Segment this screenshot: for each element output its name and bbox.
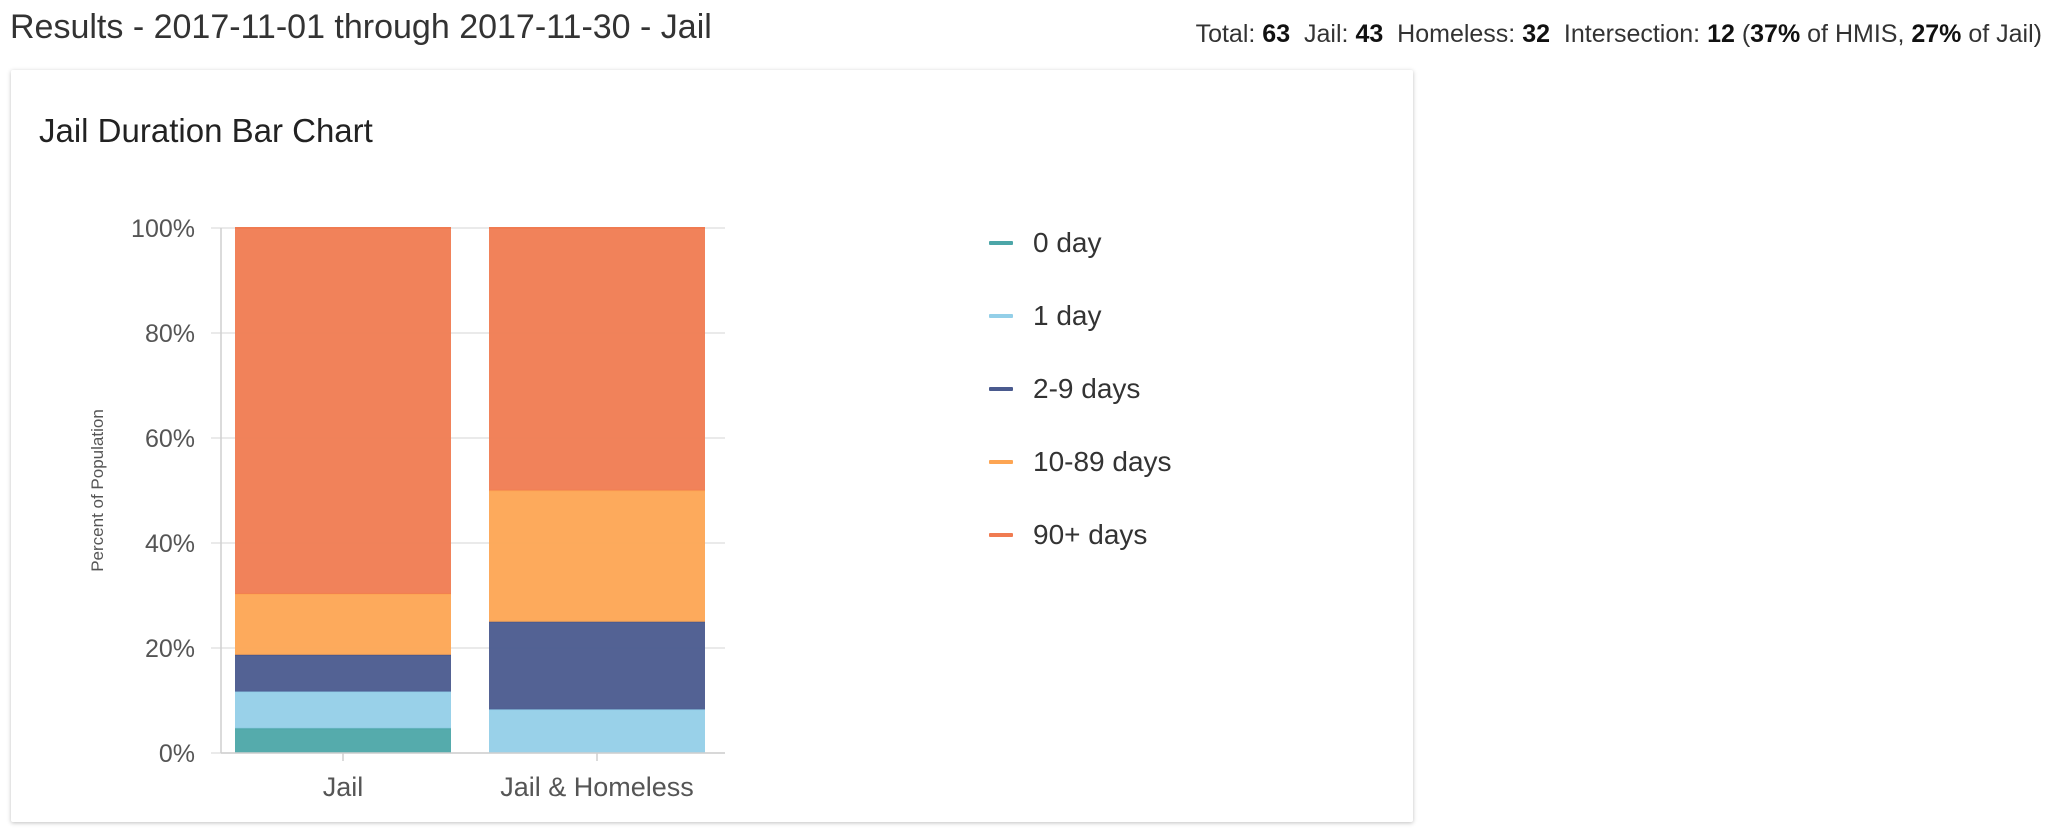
bar-segment <box>235 691 451 729</box>
page-title: Results - 2017-11-01 through 2017-11-30 … <box>10 8 712 46</box>
jail-text: of Jail) <box>1968 20 2042 48</box>
hmis-percent: 37% <box>1750 20 1801 48</box>
bar-segment <box>235 654 451 692</box>
y-tick-label: 20% <box>145 635 195 663</box>
legend-item[interactable]: 0 day <box>989 206 1172 279</box>
legend-item[interactable]: 90+ days <box>989 498 1172 571</box>
jail-label: Jail: <box>1304 20 1349 48</box>
bar-segment <box>235 728 451 753</box>
intersection-label: Intersection: <box>1563 20 1701 48</box>
legend-swatch <box>989 532 1013 537</box>
chart-legend: 0 day 1 day 2-9 days 10-89 days 90+ days <box>989 206 1172 571</box>
bar-chart: 0% 20% 40% 60% 80% 100% Percent of Population J… <box>88 215 725 802</box>
legend-swatch <box>989 386 1013 391</box>
legend-item[interactable]: 2-9 days <box>989 352 1172 425</box>
homeless-label: Homeless: <box>1397 20 1516 48</box>
x-tick-label: Jail & Homeless <box>500 772 694 802</box>
y-tick-label: 0% <box>159 740 195 768</box>
legend-label: 90+ days <box>1033 518 1148 550</box>
chart-card: Jail Duration Bar Chart 0% 20% 40% 60% 80% 10… <box>11 70 1413 822</box>
legend-item[interactable]: 1 day <box>989 279 1172 352</box>
summary-stats: Total: 63 Jail: 43 Homeless: 32 Intersec… <box>1196 20 2042 49</box>
total-label: Total: <box>1195 20 1256 48</box>
hmis-text: of HMIS, <box>1807 20 1905 48</box>
x-tick-label: Jail <box>323 772 364 802</box>
bar-segment <box>235 228 451 594</box>
legend-swatch <box>989 313 1013 318</box>
legend-swatch <box>989 240 1013 245</box>
y-axis-label: Percent of Population <box>88 409 107 572</box>
bar-segment <box>489 228 705 491</box>
bar-segment <box>489 490 705 622</box>
legend-swatch <box>989 459 1013 464</box>
jail-percent: 27% <box>1911 20 1962 48</box>
total-value: 63 <box>1262 20 1291 48</box>
legend-label: 1 day <box>1033 299 1102 331</box>
bar-segment <box>235 593 451 655</box>
y-tick-label: 80% <box>145 320 195 348</box>
legend-label: 0 day <box>1033 226 1102 258</box>
jail-value: 43 <box>1355 20 1384 48</box>
y-tick-label: 100% <box>131 215 195 243</box>
legend-label: 10-89 days <box>1033 445 1172 477</box>
bar-segment <box>489 621 705 710</box>
y-tick-label: 40% <box>145 530 195 558</box>
legend-label: 2-9 days <box>1033 372 1141 404</box>
homeless-value: 32 <box>1522 20 1551 48</box>
open-paren: ( <box>1741 20 1751 48</box>
legend-item[interactable]: 10-89 days <box>989 425 1172 498</box>
bar-segment <box>489 709 705 753</box>
y-tick-label: 60% <box>145 425 195 453</box>
intersection-value: 12 <box>1707 20 1735 48</box>
